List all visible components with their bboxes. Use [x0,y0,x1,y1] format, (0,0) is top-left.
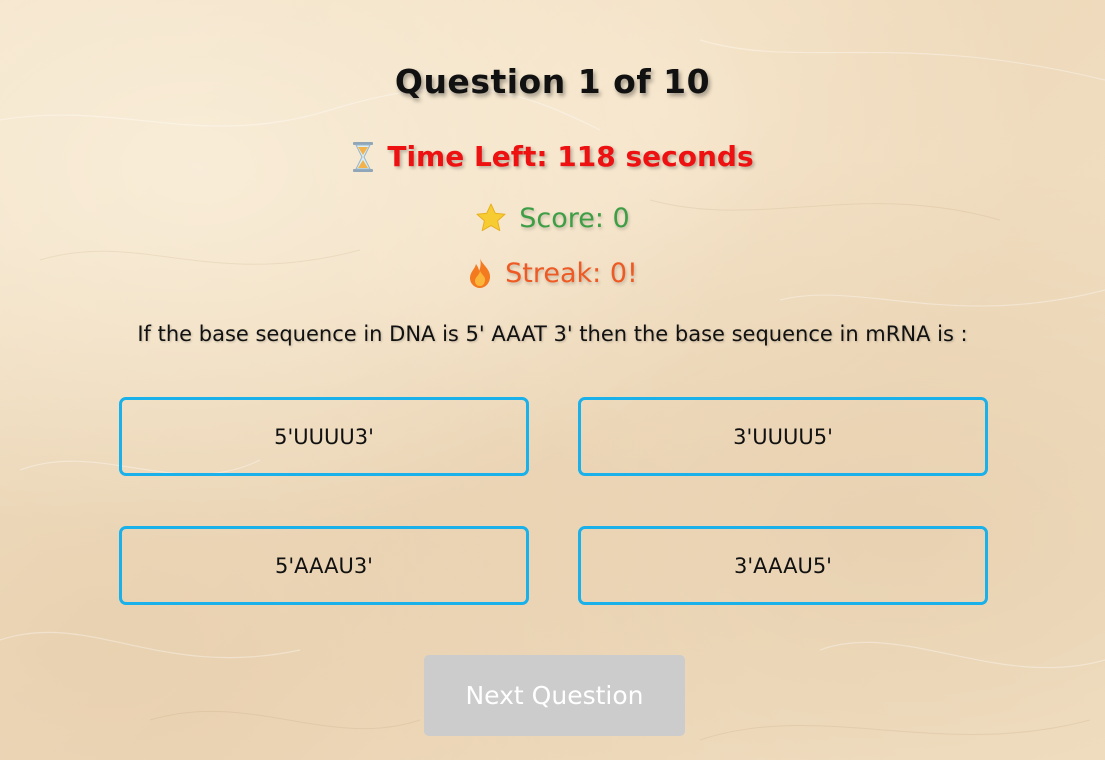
question-text: If the base sequence in DNA is 5' AAAT 3… [137,322,968,346]
score-row: Score: 0 [0,202,1105,234]
fire-icon [467,257,493,289]
answer-option-4[interactable]: 3'AAAU5' [578,526,988,605]
star-icon [475,202,507,234]
timer-row: Time Left: 118 seconds [0,140,1105,173]
time-left-label: Time Left: 118 seconds [387,140,754,173]
question-counter-title: Question 1 of 10 [394,62,711,101]
streak-label: Streak: 0! [505,257,638,289]
next-question-button[interactable]: Next Question [424,655,685,736]
hourglass-icon [351,141,375,173]
streak-row: Streak: 0! [0,257,1105,289]
score-label: Score: 0 [519,202,630,234]
answer-option-1[interactable]: 5'UUUU3' [119,397,529,476]
answer-option-2[interactable]: 3'UUUU5' [578,397,988,476]
answer-option-3[interactable]: 5'AAAU3' [119,526,529,605]
paper-texture [0,39,1105,741]
